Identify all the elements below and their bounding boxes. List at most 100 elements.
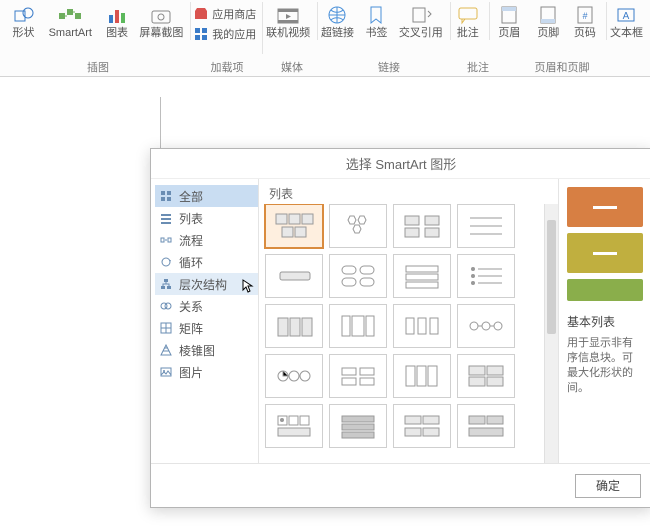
myapps-button[interactable]: 我的应用 <box>193 24 256 44</box>
category-all[interactable]: 全部 <box>155 185 258 207</box>
appstore-label: 应用商店 <box>212 6 256 22</box>
textbox-label: 文本框 <box>610 27 643 40</box>
ribbon-group-labels: 插图 加载项 媒体 链接 批注 页眉和页脚 <box>0 58 650 76</box>
chart-button[interactable]: 图表 <box>98 2 137 40</box>
header-icon <box>497 4 521 26</box>
smartart-label: SmartArt <box>49 27 92 40</box>
category-picture-label: 图片 <box>179 364 203 381</box>
hyperlink-button[interactable]: 超链接 <box>318 2 357 40</box>
camera-icon <box>149 4 173 26</box>
ribbon: 形状 SmartArt 图表 屏幕截图 应用商店 <box>0 0 650 77</box>
comment-label: 批注 <box>457 27 479 40</box>
thumb-pie-process[interactable] <box>265 354 323 398</box>
online-video-button[interactable]: 联机视频 <box>263 2 318 40</box>
pyramid-icon <box>159 343 173 357</box>
thumb-varying-width-list[interactable] <box>329 304 387 348</box>
crossref-icon <box>409 4 433 26</box>
ok-button[interactable]: 确定 <box>575 474 641 498</box>
category-relationship-label: 关系 <box>179 298 203 315</box>
category-pyramid[interactable]: 棱锥图 <box>155 339 258 361</box>
thumb-lined-list[interactable] <box>457 204 515 248</box>
hyperlink-label: 超链接 <box>321 27 354 40</box>
group-media: 媒体 <box>262 59 322 75</box>
thumb-tab-list[interactable] <box>265 304 323 348</box>
thumb-vertical-bullet-list[interactable] <box>457 254 515 298</box>
smartart-icon <box>58 4 82 26</box>
footer-icon <box>536 4 560 26</box>
thumbnail-grid <box>265 204 552 448</box>
category-hierarchy-label: 层次结构 <box>179 276 227 293</box>
thumb-square-accent-list[interactable] <box>393 254 451 298</box>
category-list: 全部 列表 流程 循环 层次结构 关系 <box>151 179 259 463</box>
thumb-trapezoid-list[interactable] <box>393 304 451 348</box>
group-links: 链接 <box>322 59 456 75</box>
appstore-button[interactable]: 应用商店 <box>193 4 256 24</box>
category-cycle[interactable]: 循环 <box>155 251 258 273</box>
comment-icon <box>456 4 480 26</box>
list-icon <box>159 211 173 225</box>
category-picture[interactable]: 图片 <box>155 361 258 383</box>
preview-description: 用于显示非有序信息块。可最大化形状的间。 <box>567 336 643 396</box>
gallery-header: 列表 <box>259 179 558 204</box>
textbox-button[interactable]: A 文本框 <box>607 2 646 40</box>
video-icon <box>276 4 300 26</box>
screenshot-button[interactable]: 屏幕截图 <box>137 2 192 40</box>
thumb-alternating-list[interactable] <box>393 404 451 448</box>
gallery-scrollbar[interactable] <box>544 204 558 463</box>
textbox-icon: A <box>614 4 638 26</box>
pagenumber-label: 页码 <box>574 27 596 40</box>
svg-text:#: # <box>582 11 587 21</box>
all-icon <box>159 189 173 203</box>
pagenumber-button[interactable]: # 页码 <box>568 2 607 40</box>
category-pyramid-label: 棱锥图 <box>179 342 215 359</box>
thumb-stacked-list-2[interactable] <box>329 404 387 448</box>
category-process[interactable]: 流程 <box>155 229 258 251</box>
thumb-grouped-list[interactable] <box>329 354 387 398</box>
addins-group: 应用商店 我的应用 <box>191 2 263 54</box>
shapes-button[interactable]: 形状 <box>4 2 43 40</box>
store-icon <box>193 6 209 22</box>
scrollbar-thumb[interactable] <box>547 220 556 334</box>
picture-icon <box>159 365 173 379</box>
crossref-label: 交叉引用 <box>399 27 443 40</box>
shapes-icon <box>12 4 36 26</box>
smartart-button[interactable]: SmartArt <box>43 2 98 40</box>
preview-swatch-3 <box>567 279 643 301</box>
header-button[interactable]: 页眉 <box>490 2 529 40</box>
category-matrix-label: 矩阵 <box>179 320 203 337</box>
cursor-icon <box>242 279 254 293</box>
crossref-button[interactable]: 交叉引用 <box>396 2 451 40</box>
footer-label: 页脚 <box>537 27 559 40</box>
category-cycle-label: 循环 <box>179 254 203 271</box>
thumb-vertical-picture-list[interactable] <box>265 404 323 448</box>
thumb-continuous-picture-list[interactable] <box>457 354 515 398</box>
group-illustrations: 插图 <box>4 59 192 75</box>
header-label: 页眉 <box>498 27 520 40</box>
category-relationship[interactable]: 关系 <box>155 295 258 317</box>
bookmark-button[interactable]: 书签 <box>357 2 396 40</box>
chart-icon <box>105 4 129 26</box>
thumb-descending-list[interactable] <box>457 304 515 348</box>
footer-button[interactable]: 页脚 <box>529 2 568 40</box>
dialog-title: 选择 SmartArt 图形 <box>151 149 650 179</box>
thumb-picture-caption-list[interactable] <box>393 204 451 248</box>
comment-button[interactable]: 批注 <box>451 2 490 40</box>
thumb-basic-block-list[interactable] <box>265 204 323 248</box>
smartart-gallery: 列表 <box>259 179 559 463</box>
online-video-label: 联机视频 <box>266 27 310 40</box>
shapes-label: 形状 <box>13 27 35 40</box>
preview-title: 基本列表 <box>567 313 643 330</box>
hierarchy-icon <box>159 277 173 291</box>
pagenumber-icon: # <box>573 4 597 26</box>
thumb-horizontal-picture-list[interactable] <box>393 354 451 398</box>
thumb-horizontal-bullet-list[interactable] <box>329 254 387 298</box>
thumb-hexagon-cluster[interactable] <box>329 204 387 248</box>
category-list-item[interactable]: 列表 <box>155 207 258 229</box>
thumb-bracket-list[interactable] <box>457 404 515 448</box>
category-hierarchy[interactable]: 层次结构 <box>155 273 258 295</box>
myapps-label: 我的应用 <box>212 26 256 42</box>
group-headerfooter: 页眉和页脚 <box>500 59 624 75</box>
category-matrix[interactable]: 矩阵 <box>155 317 258 339</box>
thumb-vertical-box-list[interactable] <box>265 254 323 298</box>
smartart-dialog: 选择 SmartArt 图形 全部 列表 流程 循环 层次结构 <box>150 148 650 508</box>
